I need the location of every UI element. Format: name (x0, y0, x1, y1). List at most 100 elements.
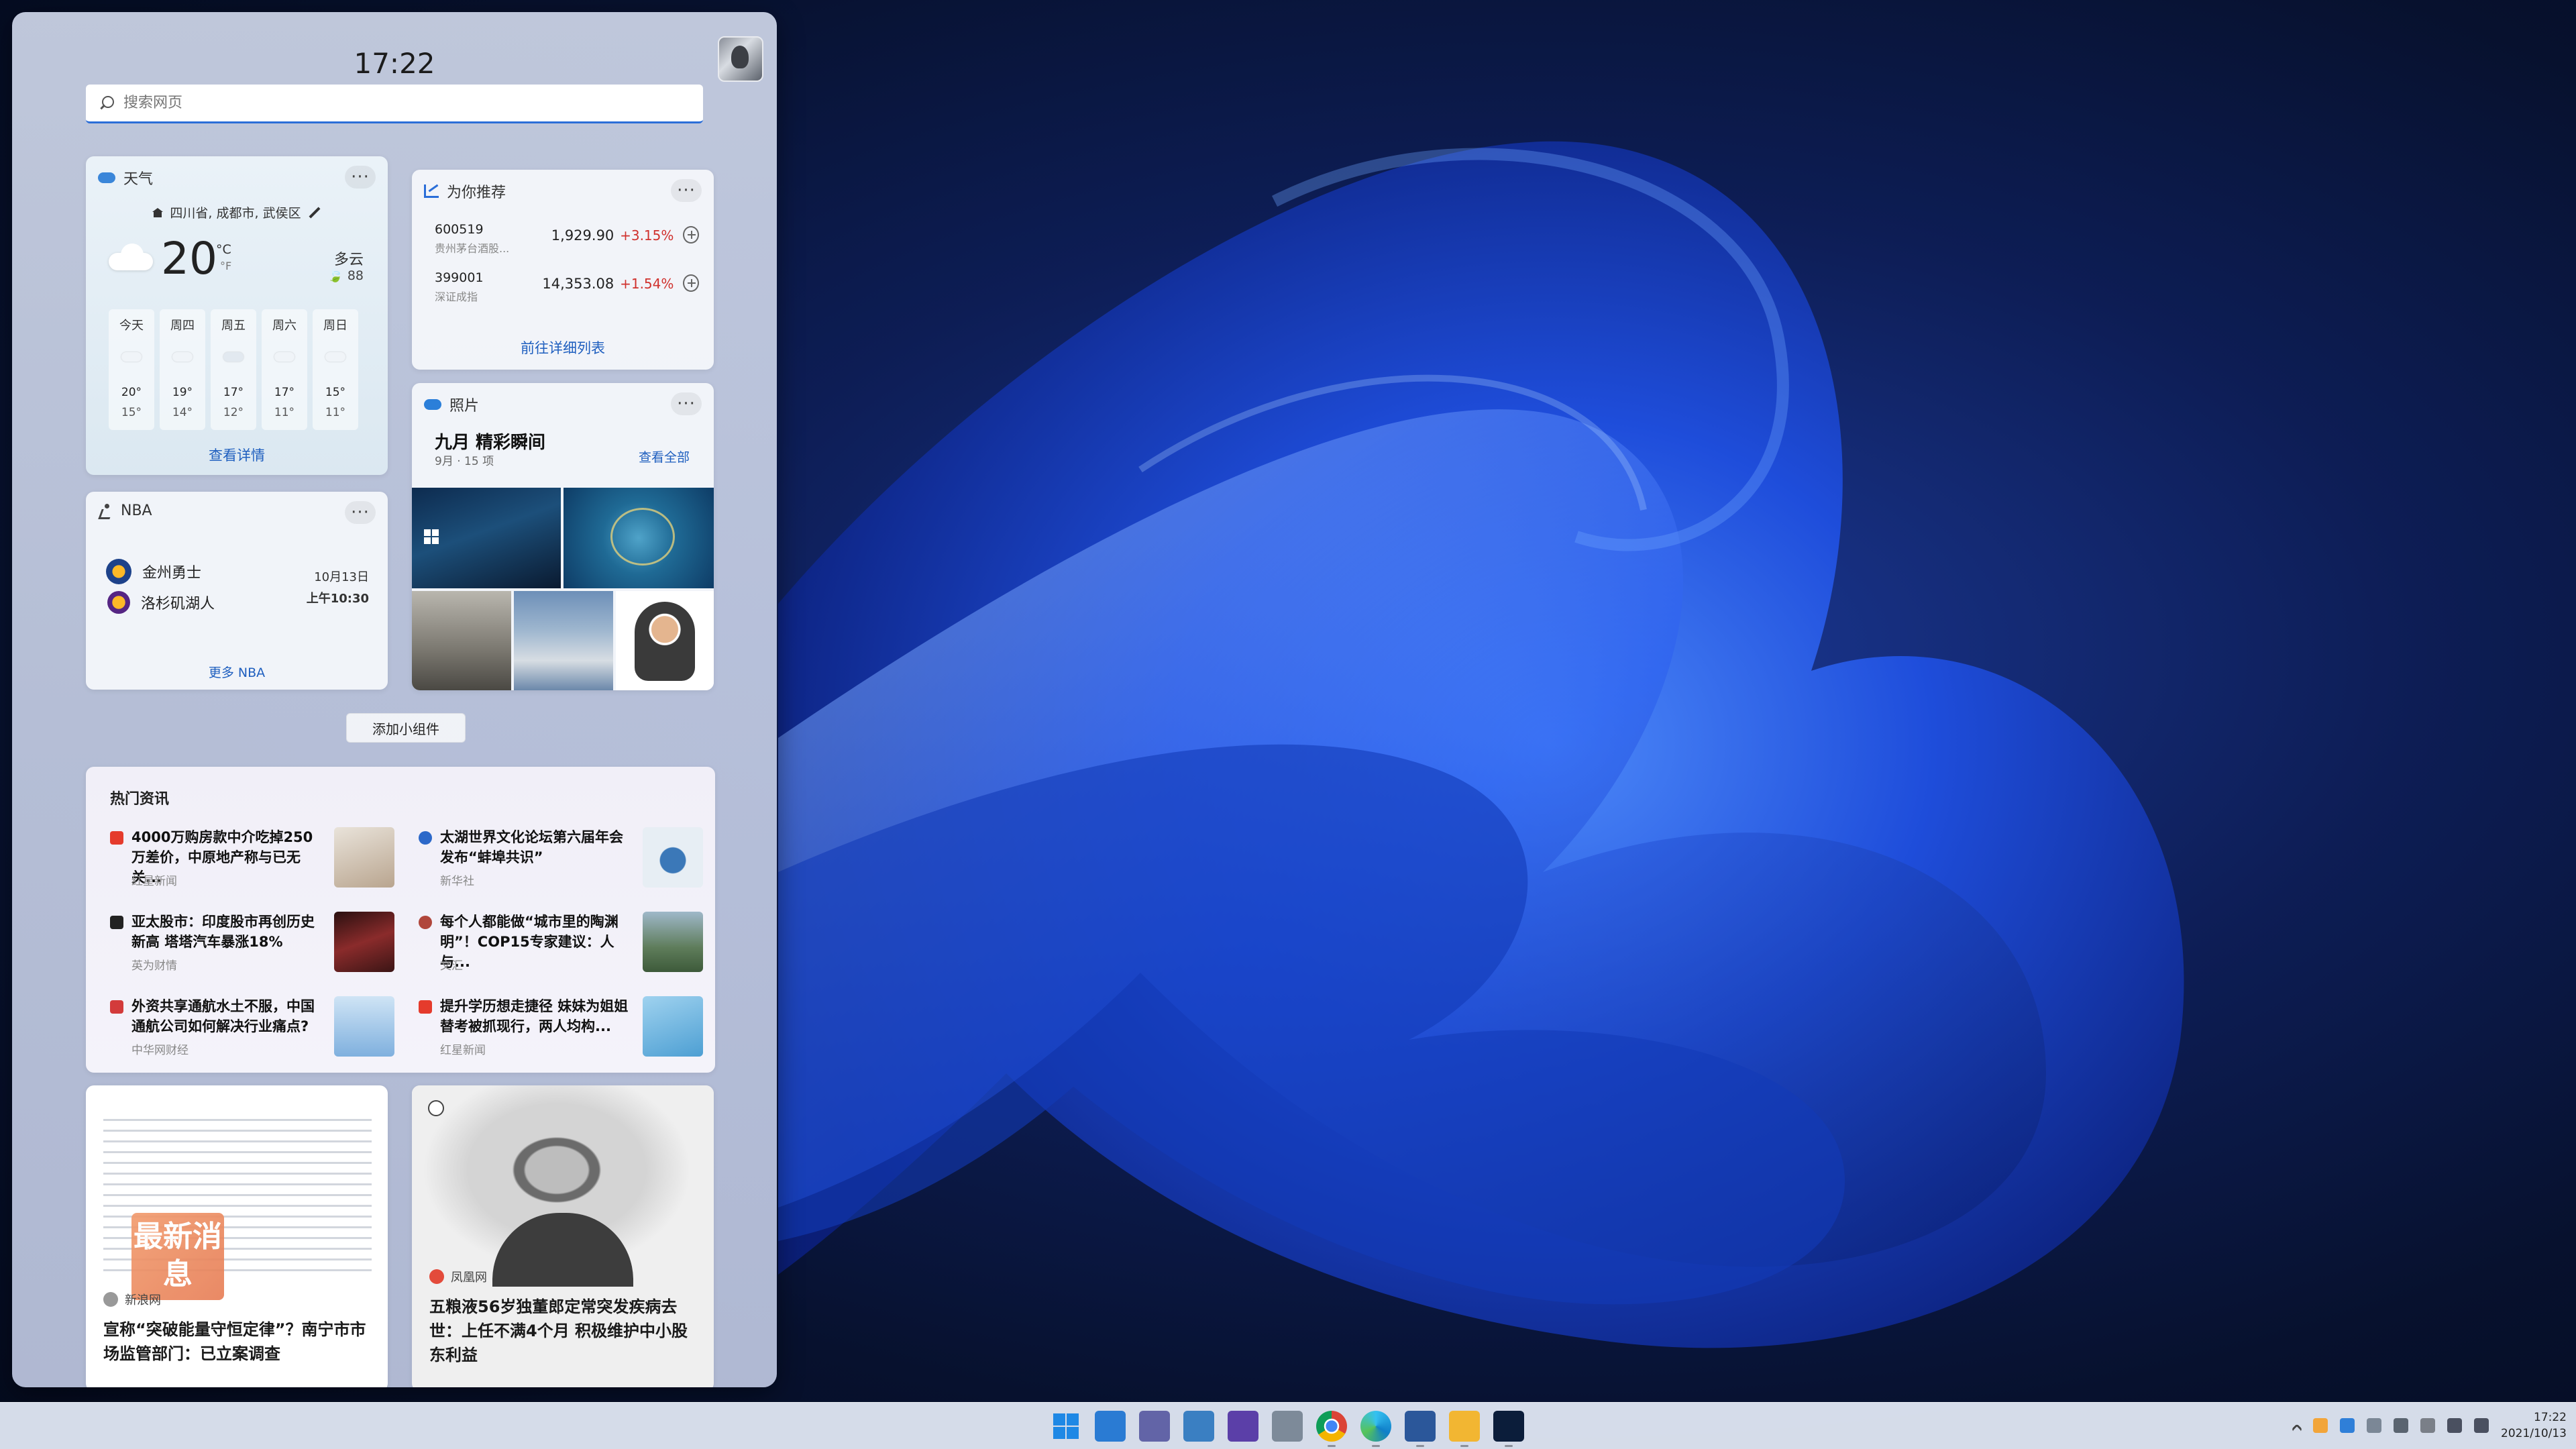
forecast-day[interactable]: 周六 17° 11° (262, 309, 307, 430)
explorer-icon[interactable] (1449, 1411, 1480, 1447)
view-all-link[interactable]: 查看全部 (639, 447, 690, 466)
stock-change: +3.15% (620, 227, 674, 244)
bluetooth-icon[interactable] (2340, 1418, 2355, 1433)
photo-thumbnail[interactable] (412, 488, 561, 588)
add-stock-icon[interactable] (683, 226, 699, 244)
security-icon[interactable] (2420, 1418, 2436, 1433)
unit-fahrenheit[interactable]: °F (220, 260, 231, 272)
source-logo-icon (110, 916, 123, 929)
sports-icon (98, 503, 113, 519)
forecast-day-label: 周四 (170, 319, 195, 333)
story-card[interactable]: 凤凰网 五粮液56岁独董郎定常突发疾病去世：上任不满4个月 积极维护中小股东利益 (412, 1085, 714, 1387)
volume-icon[interactable] (2474, 1418, 2489, 1433)
network-icon[interactable] (2447, 1418, 2463, 1433)
edit-icon[interactable] (309, 207, 321, 218)
start-icon[interactable] (1051, 1411, 1081, 1442)
news-thumbnail (643, 912, 703, 972)
partly-sunny-icon (325, 348, 345, 362)
team-row[interactable]: 金州勇士 (106, 559, 201, 584)
photos-title: 照片 (449, 398, 480, 415)
forecast-day[interactable]: 今天 20° 15° (109, 309, 154, 430)
cloud-sync-icon[interactable] (2367, 1418, 2382, 1433)
stocks-title: 为你推荐 (447, 184, 506, 201)
weather-location[interactable]: 四川省, 成都市, 武侯区 (86, 203, 388, 221)
chat-icon[interactable] (1139, 1411, 1170, 1442)
more-nba-link[interactable]: 更多 NBA (86, 663, 388, 681)
stocks-widget[interactable]: 为你推荐 ··· 600519 贵州茅台酒股... 1,929.90 +3.15… (412, 170, 714, 370)
partly-sunny-icon (274, 348, 294, 362)
chrome-icon[interactable] (1316, 1411, 1347, 1447)
search-box[interactable] (86, 85, 703, 123)
story-card[interactable]: 最新消息 新浪网 宣称“突破能量守恒定律”？南宁市市场监管部门：已立案调查 (86, 1085, 388, 1387)
news-item[interactable]: 外资共享通航水土不服，中国通航公司如何解决行业痛点? 中华网财经 (110, 996, 405, 1063)
nba-header: NBA (98, 502, 152, 519)
partly-sunny-icon (172, 348, 193, 362)
user-avatar[interactable] (718, 36, 763, 82)
news-item[interactable]: 太湖世界文化论坛第六届年会发布“蚌埠共识” 新华社 (419, 827, 714, 894)
pin-icon[interactable] (428, 1100, 444, 1116)
more-options-button[interactable]: ··· (345, 501, 376, 524)
taskbar-apps (1051, 1411, 1524, 1447)
stocks-list-link[interactable]: 前往详细列表 (412, 337, 714, 358)
forecast-day[interactable]: 周四 19° 14° (160, 309, 205, 430)
nba-widget[interactable]: NBA ··· 金州勇士 洛杉矶湖人 10月13日 上午10:30 更多 NBA (86, 492, 388, 690)
more-options-button[interactable]: ··· (671, 179, 702, 202)
forecast-high: 17° (223, 386, 244, 399)
cloud-icon (121, 348, 142, 362)
news-item[interactable]: 提升学历想走捷径 妹妹为姐姐替考被抓现行，两人均构... 红星新闻 (419, 996, 714, 1063)
edge-icon[interactable] (1360, 1411, 1391, 1447)
team-row[interactable]: 洛杉矶湖人 (106, 591, 215, 614)
stock-row[interactable]: 600519 贵州茅台酒股... 1,929.90 +3.15% (435, 222, 699, 256)
news-source: 英为财情 (131, 959, 177, 973)
photo-thumbnail[interactable] (412, 591, 511, 690)
photo-thumbnail[interactable] (616, 591, 714, 690)
weather-details-link[interactable]: 查看详情 (86, 445, 388, 465)
desktop-icon[interactable] (1183, 1411, 1214, 1442)
forecast-low: 14° (172, 406, 193, 419)
forecast-day[interactable]: 周五 17° 12° (211, 309, 256, 430)
team-name: 洛杉矶湖人 (141, 596, 215, 612)
news-thumbnail (334, 996, 394, 1057)
taskbar-clock[interactable]: 17:22 2021/10/13 (2501, 1409, 2567, 1442)
source-logo-icon (419, 1000, 432, 1014)
unit-celsius[interactable]: °C (216, 242, 231, 257)
forecast-low: 15° (121, 406, 142, 419)
forecast-day[interactable]: 周日 15° 11° (313, 309, 358, 430)
weather-widget[interactable]: 天气 ··· 四川省, 成都市, 武侯区 20 °C °F 多云 🍃 88 今天… (86, 156, 388, 475)
news-headline: 外资共享通航水土不服，中国通航公司如何解决行业痛点? (131, 998, 315, 1034)
breaking-news-badge: 最新消息 (131, 1213, 224, 1300)
stock-row[interactable]: 399001 深证成指 14,353.08 +1.54% (435, 270, 699, 304)
story-source-name: 新浪网 (125, 1293, 161, 1307)
news-item[interactable]: 每个人都能做“城市里的陶渊明”！COP15专家建议：人与... 文汇 (419, 912, 714, 979)
video-icon[interactable] (1228, 1411, 1258, 1442)
photos-widget[interactable]: 照片 ··· 九月 精彩瞬间 9月 · 15 项 查看全部 (412, 383, 714, 690)
more-options-button[interactable]: ··· (671, 392, 702, 415)
forecast-day-label: 周日 (323, 319, 347, 333)
photoshop-icon[interactable] (1493, 1411, 1524, 1447)
add-stock-icon[interactable] (683, 274, 699, 292)
keyboard-icon[interactable] (2394, 1418, 2409, 1433)
app-tray-icon[interactable] (2313, 1418, 2328, 1433)
news-item[interactable]: 4000万购房款中介吃掉250万差价，中原地产称与已无关... 红星新闻 (110, 827, 405, 894)
news-item[interactable]: 亚太股市：印度股市再创历史新高 塔塔汽车暴涨18% 英为财情 (110, 912, 405, 979)
stock-code-text: 399001 (435, 270, 484, 285)
news-title: 热门资讯 (110, 791, 170, 808)
location-text: 四川省, 成都市, 武侯区 (170, 206, 301, 221)
word-icon[interactable] (1405, 1411, 1436, 1447)
news-thumbnail (643, 827, 703, 888)
stock-change: +1.54% (620, 276, 674, 292)
source-logo-icon (429, 1269, 444, 1284)
photo-thumbnail[interactable] (514, 591, 613, 690)
search-input[interactable] (123, 95, 674, 111)
notepad-icon[interactable] (1272, 1411, 1303, 1442)
add-widget-button[interactable]: 添加小组件 (346, 713, 466, 743)
nba-title: NBA (121, 502, 152, 519)
photo-thumbnail[interactable] (564, 488, 714, 588)
current-temperature: 20 (161, 233, 217, 284)
story-image (412, 1085, 714, 1287)
chevron-up-icon[interactable] (2291, 1424, 2303, 1436)
story-source: 新浪网 (103, 1291, 161, 1308)
more-options-button[interactable]: ··· (345, 166, 376, 189)
widgets-icon[interactable] (1095, 1411, 1126, 1442)
source-logo-icon (419, 916, 432, 929)
